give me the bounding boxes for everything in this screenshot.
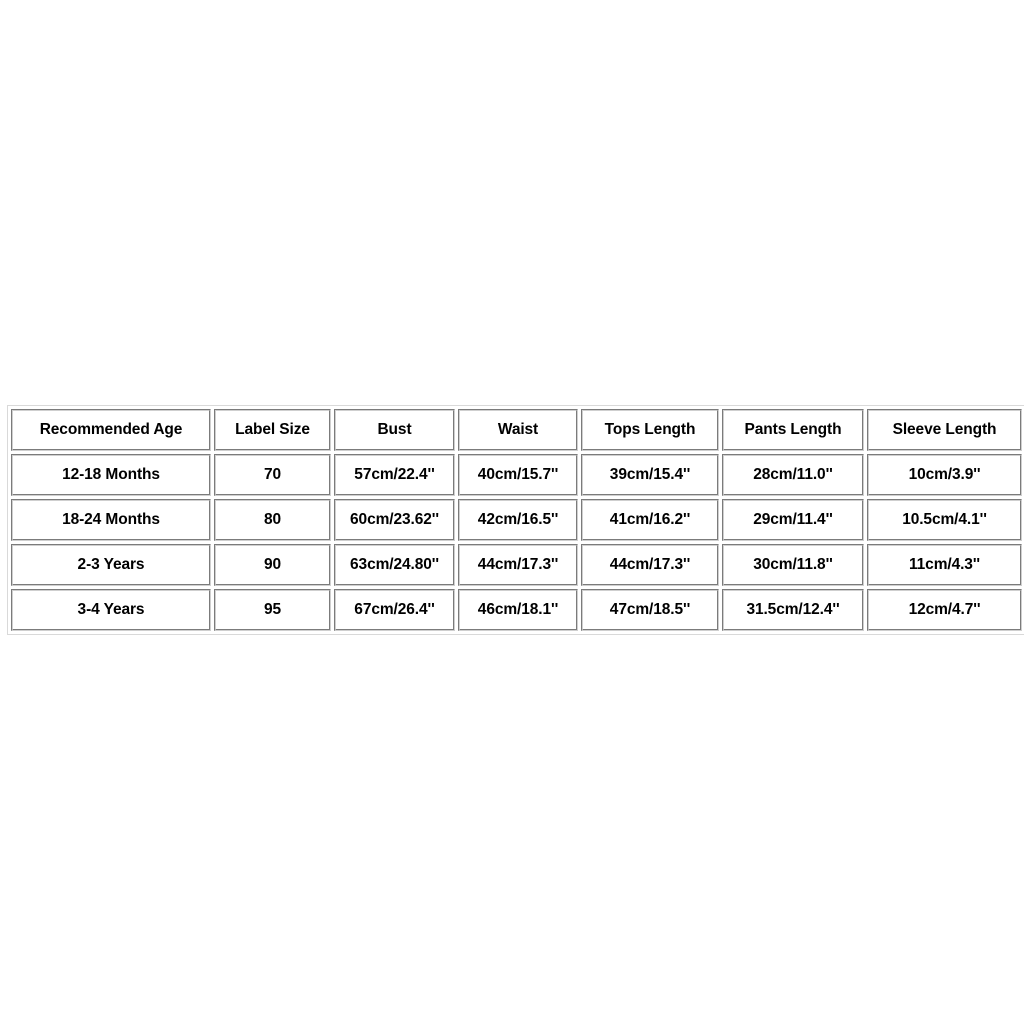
cell-sleeve-length: 10.5cm/4.1'' (867, 499, 1022, 541)
table-row: 2-3 Years 90 63cm/24.80'' 44cm/17.3'' 44… (11, 544, 1022, 586)
column-header-label-size: Label Size (214, 409, 331, 451)
table-row: 18-24 Months 80 60cm/23.62'' 42cm/16.5''… (11, 499, 1022, 541)
size-chart-table: Recommended Age Label Size Bust Waist To… (7, 405, 1024, 635)
column-header-waist: Waist (458, 409, 578, 451)
cell-bust: 63cm/24.80'' (334, 544, 455, 586)
cell-pants-length: 29cm/11.4'' (722, 499, 864, 541)
cell-tops-length: 39cm/15.4'' (581, 454, 719, 496)
cell-bust: 57cm/22.4'' (334, 454, 455, 496)
table-header-row: Recommended Age Label Size Bust Waist To… (11, 409, 1022, 451)
column-header-bust: Bust (334, 409, 455, 451)
column-header-sleeve-length: Sleeve Length (867, 409, 1022, 451)
column-header-pants-length: Pants Length (722, 409, 864, 451)
table-row: 12-18 Months 70 57cm/22.4'' 40cm/15.7'' … (11, 454, 1022, 496)
cell-sleeve-length: 11cm/4.3'' (867, 544, 1022, 586)
cell-recommended-age: 18-24 Months (11, 499, 211, 541)
cell-tops-length: 47cm/18.5'' (581, 589, 719, 631)
cell-tops-length: 41cm/16.2'' (581, 499, 719, 541)
cell-bust: 67cm/26.4'' (334, 589, 455, 631)
cell-tops-length: 44cm/17.3'' (581, 544, 719, 586)
cell-label-size: 70 (214, 454, 331, 496)
table-row: 3-4 Years 95 67cm/26.4'' 46cm/18.1'' 47c… (11, 589, 1022, 631)
column-header-tops-length: Tops Length (581, 409, 719, 451)
cell-waist: 44cm/17.3'' (458, 544, 578, 586)
cell-pants-length: 30cm/11.8'' (722, 544, 864, 586)
cell-recommended-age: 2-3 Years (11, 544, 211, 586)
cell-waist: 46cm/18.1'' (458, 589, 578, 631)
cell-sleeve-length: 12cm/4.7'' (867, 589, 1022, 631)
cell-label-size: 80 (214, 499, 331, 541)
cell-waist: 40cm/15.7'' (458, 454, 578, 496)
cell-sleeve-length: 10cm/3.9'' (867, 454, 1022, 496)
cell-pants-length: 28cm/11.0'' (722, 454, 864, 496)
cell-recommended-age: 3-4 Years (11, 589, 211, 631)
cell-label-size: 90 (214, 544, 331, 586)
cell-bust: 60cm/23.62'' (334, 499, 455, 541)
cell-waist: 42cm/16.5'' (458, 499, 578, 541)
column-header-recommended-age: Recommended Age (11, 409, 211, 451)
cell-recommended-age: 12-18 Months (11, 454, 211, 496)
cell-pants-length: 31.5cm/12.4'' (722, 589, 864, 631)
size-chart-canvas: Recommended Age Label Size Bust Waist To… (0, 0, 1024, 1024)
cell-label-size: 95 (214, 589, 331, 631)
